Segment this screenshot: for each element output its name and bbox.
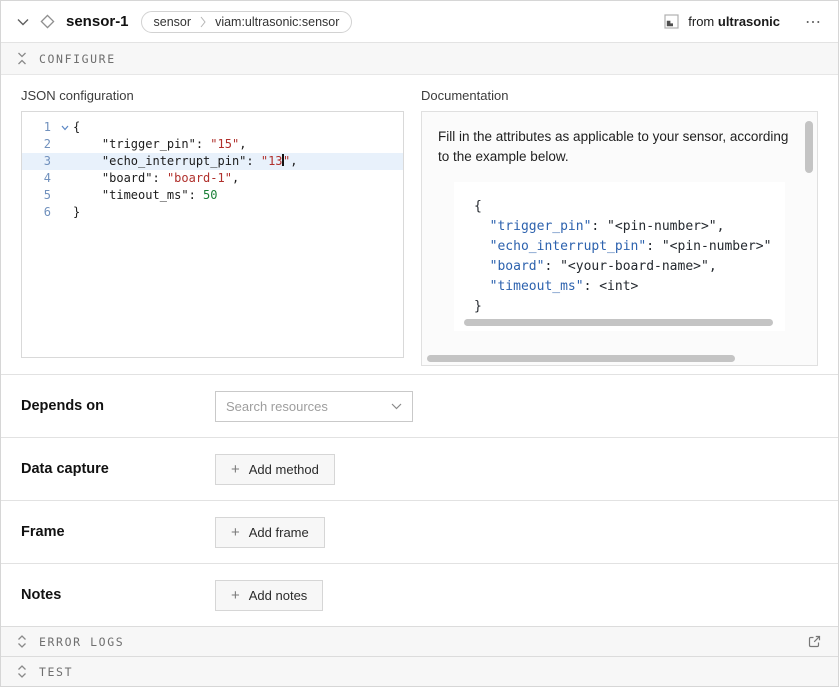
model-badge-label: viam:ultrasonic:sensor	[215, 15, 339, 29]
notes-row: Notes + Add notes	[1, 563, 838, 626]
add-frame-button[interactable]: + Add frame	[215, 517, 325, 548]
chevron-separator-icon	[200, 16, 206, 28]
doc-vertical-scrollbar[interactable]	[805, 121, 813, 173]
fold-gutter	[56, 136, 73, 153]
fold-chevron-icon[interactable]	[56, 119, 73, 136]
error-logs-label: ERROR LOGS	[39, 635, 124, 649]
data-capture-label: Data capture	[21, 461, 215, 477]
plus-icon: +	[231, 525, 240, 540]
more-menu-button[interactable]: ⋯	[803, 12, 824, 32]
from-module-label[interactable]: from ultrasonic	[688, 14, 780, 29]
fold-gutter	[56, 204, 73, 221]
documentation-code-block: { "trigger_pin": "<pin-number>", "echo_i…	[454, 182, 785, 331]
chevron-down-icon	[391, 403, 402, 410]
component-type-badge: sensor viam:ultrasonic:sensor	[141, 11, 353, 33]
editor-active-line: 3 "echo_interrupt_pin": "13",	[22, 153, 403, 170]
json-config-label: JSON configuration	[21, 88, 404, 103]
collapse-chevron-icon[interactable]	[17, 18, 29, 26]
editor-line: 6 }	[22, 204, 403, 221]
plus-icon: +	[231, 462, 240, 477]
frame-label: Frame	[21, 524, 215, 540]
fold-gutter	[56, 170, 73, 187]
sensor-diamond-icon	[39, 13, 56, 30]
search-resources-input[interactable]	[226, 399, 391, 414]
editor-line: 1 {	[22, 119, 403, 136]
component-title: sensor-1	[66, 13, 129, 30]
open-in-new-icon[interactable]	[807, 634, 822, 649]
documentation-panel: Fill in the attributes as applicable to …	[421, 111, 818, 366]
type-badge-label: sensor	[154, 15, 192, 29]
line-number: 5	[22, 187, 56, 204]
expand-vertical-icon	[17, 635, 27, 648]
documentation-label: Documentation	[421, 88, 818, 103]
editor-line: 2 "trigger_pin": "15",	[22, 136, 403, 153]
configure-section-bar[interactable]: CONFIGURE	[1, 43, 838, 75]
configure-body: JSON configuration 1 { 2 "trigger_pin": …	[1, 75, 838, 374]
error-logs-section-bar[interactable]: ERROR LOGS	[1, 626, 838, 656]
add-notes-button[interactable]: + Add notes	[215, 580, 323, 611]
editor-line: 5 "timeout_ms": 50	[22, 187, 403, 204]
component-header: sensor-1 sensor viam:ultrasonic:sensor f…	[1, 1, 838, 43]
collapse-vertical-icon	[17, 52, 27, 65]
component-card: sensor-1 sensor viam:ultrasonic:sensor f…	[0, 0, 839, 687]
test-label: TEST	[39, 665, 73, 679]
notes-label: Notes	[21, 587, 215, 603]
add-method-button[interactable]: + Add method	[215, 454, 335, 485]
code-text: }	[73, 204, 80, 221]
line-number: 4	[22, 170, 56, 187]
plus-icon: +	[231, 588, 240, 603]
code-text: "timeout_ms": 50	[73, 187, 218, 204]
configure-label: CONFIGURE	[39, 52, 116, 66]
expand-vertical-icon	[17, 665, 27, 678]
line-number: 6	[22, 204, 56, 221]
depends-on-row: Depends on	[1, 374, 838, 437]
line-number: 3	[22, 153, 56, 170]
json-config-editor[interactable]: 1 { 2 "trigger_pin": "15", 3 "echo_inter…	[21, 111, 404, 358]
fold-gutter	[56, 153, 73, 170]
code-horizontal-scrollbar[interactable]	[464, 319, 773, 326]
test-section-bar[interactable]: TEST	[1, 656, 838, 686]
data-capture-row: Data capture + Add method	[1, 437, 838, 500]
doc-horizontal-scrollbar[interactable]	[427, 355, 735, 362]
depends-on-select[interactable]	[215, 391, 413, 422]
frame-row: Frame + Add frame	[1, 500, 838, 563]
documentation-intro: Fill in the attributes as applicable to …	[438, 127, 791, 168]
line-number: 1	[22, 119, 56, 136]
fold-gutter	[56, 187, 73, 204]
module-icon	[664, 14, 679, 29]
line-number: 2	[22, 136, 56, 153]
editor-line: 4 "board": "board-1",	[22, 170, 403, 187]
code-text: {	[73, 119, 80, 136]
code-text: "board": "board-1",	[73, 170, 239, 187]
code-text: "trigger_pin": "15",	[73, 136, 246, 153]
depends-on-label: Depends on	[21, 398, 215, 414]
code-text: "echo_interrupt_pin": "13",	[73, 153, 298, 170]
